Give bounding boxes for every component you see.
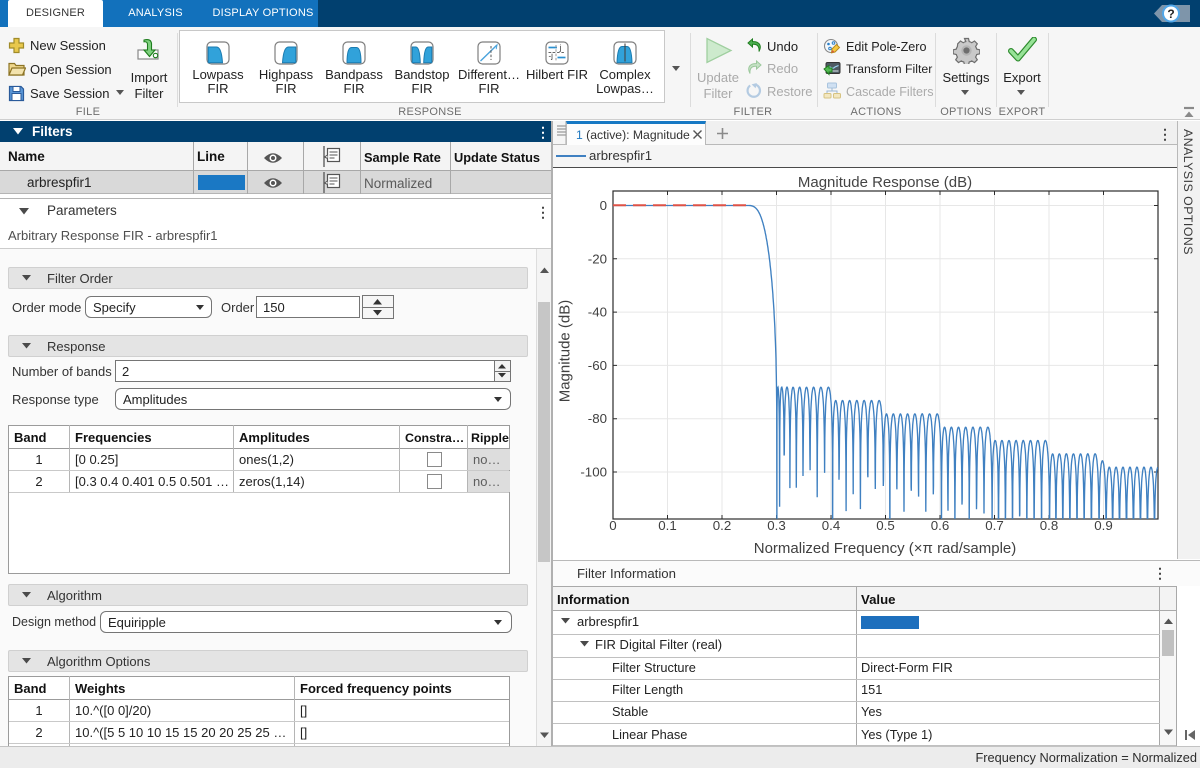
svg-text:0.1: 0.1 xyxy=(658,518,677,533)
svg-text:0: 0 xyxy=(600,198,607,213)
svg-text:j: j xyxy=(559,44,562,53)
svg-text:0: 0 xyxy=(609,518,616,533)
svg-text:0.7: 0.7 xyxy=(985,518,1004,533)
svg-text:0.5: 0.5 xyxy=(876,518,895,533)
svg-text:Magnitude (dB): Magnitude (dB) xyxy=(557,300,574,403)
svg-text:-100: -100 xyxy=(580,465,607,480)
svg-text:Normalized Frequency (×π rad/s: Normalized Frequency (×π rad/sample) xyxy=(754,540,1017,557)
svg-text:-20: -20 xyxy=(588,251,607,266)
svg-text:-60: -60 xyxy=(588,358,607,373)
svg-text:0.4: 0.4 xyxy=(822,518,841,533)
svg-text:0.3: 0.3 xyxy=(767,518,786,533)
svg-text:0.2: 0.2 xyxy=(713,518,732,533)
svg-text:0.6: 0.6 xyxy=(931,518,950,533)
svg-text:-80: -80 xyxy=(588,411,607,426)
svg-text:?: ? xyxy=(1167,7,1174,21)
svg-text:-40: -40 xyxy=(588,305,607,320)
svg-text:Magnitude Response (dB): Magnitude Response (dB) xyxy=(798,174,972,191)
svg-text:0.9: 0.9 xyxy=(1094,518,1113,533)
svg-text:0.8: 0.8 xyxy=(1040,518,1059,533)
svg-text:-j: -j xyxy=(549,52,554,61)
